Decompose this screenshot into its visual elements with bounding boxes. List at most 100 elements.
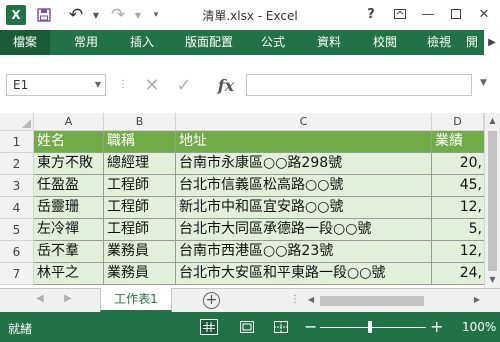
horizontal-scrollbar[interactable]: ◀ ▶: [306, 293, 484, 309]
cell-b4[interactable]: 工程師: [104, 197, 176, 219]
cell-c5[interactable]: 台北市大同區承德路一段○○號: [176, 219, 432, 241]
cell-b2[interactable]: 總經理: [104, 153, 176, 175]
plus-icon: +: [205, 292, 218, 308]
normal-view-button[interactable]: [200, 319, 218, 335]
row-header[interactable]: 2: [0, 153, 34, 175]
tab-review[interactable]: 校閱: [360, 30, 410, 55]
cell-a2[interactable]: 東方不敗: [34, 153, 104, 175]
close-icon: ✕: [478, 6, 490, 22]
next-sheet-icon[interactable]: ▶: [64, 293, 72, 304]
cell-d3[interactable]: 45,: [432, 175, 484, 197]
ribbon-scroll-right-icon[interactable]: ▶: [484, 30, 500, 55]
zoom-level[interactable]: 100%: [462, 320, 496, 334]
cell-a7[interactable]: 林平之: [34, 263, 104, 285]
cell-d1[interactable]: 業績: [432, 131, 484, 153]
previous-sheet-icon[interactable]: ◀: [36, 293, 44, 304]
column-header-a[interactable]: A: [34, 113, 104, 131]
ribbon-display-options-button[interactable]: [388, 3, 412, 25]
select-all-button[interactable]: [0, 113, 34, 131]
cell-c4[interactable]: 新北市中和區宜安路○○號: [176, 197, 432, 219]
cell-b6[interactable]: 業務員: [104, 241, 176, 263]
column-header-c[interactable]: C: [176, 113, 432, 131]
tab-view[interactable]: 檢視: [414, 30, 464, 55]
add-sheet-button[interactable]: +: [203, 292, 220, 309]
cancel-icon[interactable]: ✕: [140, 73, 164, 97]
scroll-up-icon[interactable]: ▲: [485, 113, 500, 129]
vertical-scroll-thumb[interactable]: [488, 131, 497, 271]
cell-b1[interactable]: 職稱: [104, 131, 176, 153]
status-text: 就緒: [8, 322, 33, 336]
expand-formula-bar-icon[interactable]: ▼: [480, 78, 487, 88]
tab-page-layout[interactable]: 版面配置: [174, 30, 244, 55]
cell-d6[interactable]: 12,: [432, 241, 484, 263]
tab-file[interactable]: 檔案: [0, 30, 50, 55]
status-bar: 就緒 − + 100%: [0, 312, 500, 342]
tab-insert[interactable]: 插入: [116, 30, 168, 55]
customize-qat-icon[interactable]: ▾: [146, 5, 166, 25]
cell-a1[interactable]: 姓名: [34, 131, 104, 153]
tab-home[interactable]: 常用: [60, 30, 112, 55]
cell-b5[interactable]: 工程師: [104, 219, 176, 241]
title-bar: X ↶ ▼ ↷ ▼ ▾ 清單.xlsx - Excel ? — ✕: [0, 0, 500, 30]
vertical-scrollbar[interactable]: ▲ ▼: [484, 113, 500, 288]
cell-d2[interactable]: 20,: [432, 153, 484, 175]
cell-a6[interactable]: 岳不羣: [34, 241, 104, 263]
redo-button[interactable]: ↷: [108, 5, 128, 25]
horizontal-scroll-thumb[interactable]: [320, 296, 424, 306]
name-box[interactable]: E1 ▼: [6, 74, 106, 96]
scroll-down-icon[interactable]: ▼: [485, 272, 500, 288]
scroll-left-icon[interactable]: ◀: [308, 295, 314, 304]
select-all-icon: [22, 119, 31, 128]
ribbon-tabs: 檔案 常用 插入 版面配置 公式 資料 校閱 檢視 開 ▶: [0, 30, 500, 55]
cell-a3[interactable]: 任盈盈: [34, 175, 104, 197]
zoom-in-button[interactable]: +: [430, 317, 443, 336]
tab-split-grip-icon[interactable]: ⋮: [290, 294, 300, 305]
cell-b3[interactable]: 工程師: [104, 175, 176, 197]
cell-c7[interactable]: 台北市大安區和平東路一段○○號: [176, 263, 432, 285]
page-layout-view-button[interactable]: [238, 319, 256, 335]
undo-dropdown-icon[interactable]: ▼: [86, 5, 106, 25]
name-box-dropdown-icon[interactable]: ▼: [95, 75, 101, 95]
zoom-slider[interactable]: [320, 327, 426, 328]
insert-function-button[interactable]: fx: [214, 73, 238, 97]
row-header[interactable]: 1: [0, 131, 34, 153]
worksheet-grid[interactable]: A B C D 1 姓名 職稱 地址 業績 2 東方不敗 總經理 台南市永康區○…: [0, 113, 500, 288]
cell-d7[interactable]: 24,: [432, 263, 484, 285]
save-button[interactable]: [34, 5, 54, 25]
maximize-icon: [451, 9, 461, 19]
cell-d4[interactable]: 12,: [432, 197, 484, 219]
zoom-out-button[interactable]: −: [304, 317, 317, 336]
zoom-slider-thumb[interactable]: [368, 321, 372, 333]
minimize-button[interactable]: —: [416, 3, 440, 25]
row-header[interactable]: 7: [0, 263, 34, 285]
cell-b7[interactable]: 業務員: [104, 263, 176, 285]
page-break-preview-button[interactable]: [272, 319, 290, 335]
cell-c1[interactable]: 地址: [176, 131, 432, 153]
row-header[interactable]: 6: [0, 241, 34, 263]
enter-icon[interactable]: ✓: [172, 73, 196, 97]
redo-dropdown-icon[interactable]: ▼: [128, 5, 148, 25]
scroll-right-icon[interactable]: ▶: [474, 295, 480, 304]
tab-formulas[interactable]: 公式: [248, 30, 298, 55]
sheet-tab-active[interactable]: 工作表1: [100, 288, 172, 312]
formula-bar: E1 ▼ ⋮ ✕ ✓ fx ▼: [0, 55, 500, 113]
cell-a5[interactable]: 左冷禪: [34, 219, 104, 241]
column-header-d[interactable]: D: [432, 113, 484, 131]
row-header[interactable]: 5: [0, 219, 34, 241]
cell-c6[interactable]: 台南市西港區○○路23號: [176, 241, 432, 263]
row-header[interactable]: 3: [0, 175, 34, 197]
undo-button[interactable]: ↶: [66, 5, 86, 25]
column-header-b[interactable]: B: [104, 113, 176, 131]
cell-c3[interactable]: 台北市信義區松高路○○號: [176, 175, 432, 197]
row-header[interactable]: 4: [0, 197, 34, 219]
close-button[interactable]: ✕: [472, 3, 496, 25]
tab-data[interactable]: 資料: [304, 30, 354, 55]
cell-c2[interactable]: 台南市永康區○○路298號: [176, 153, 432, 175]
formula-bar-grip-icon[interactable]: ⋮: [118, 77, 128, 93]
maximize-button[interactable]: [444, 3, 468, 25]
formula-input[interactable]: [246, 74, 472, 96]
cell-d5[interactable]: 5,: [432, 219, 484, 241]
cell-a4[interactable]: 岳靈珊: [34, 197, 104, 219]
help-button[interactable]: ?: [359, 3, 383, 25]
tab-developer[interactable]: 開: [466, 30, 484, 55]
